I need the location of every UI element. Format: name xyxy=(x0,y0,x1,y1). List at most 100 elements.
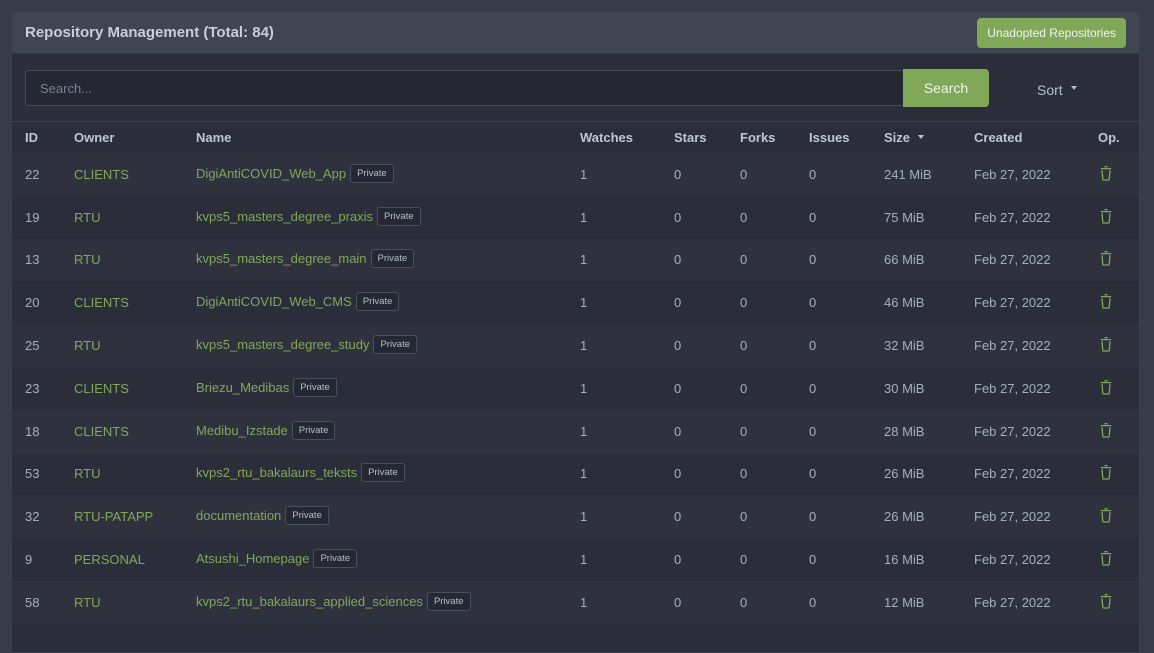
forks-count: 0 xyxy=(740,552,748,568)
trash-icon[interactable] xyxy=(1100,593,1112,612)
issues-count: 0 xyxy=(809,594,817,610)
repo-name-link[interactable]: Medibu_Izstade xyxy=(196,423,288,438)
repo-name-link[interactable]: kvps5_masters_degree_study xyxy=(196,337,369,352)
owner-link[interactable]: RTU xyxy=(74,466,100,481)
search-bar: Search Sort xyxy=(12,54,1139,122)
forks-count: 0 xyxy=(740,594,748,610)
owner-link[interactable]: CLIENTS xyxy=(74,424,129,439)
private-badge: Private xyxy=(370,249,415,269)
owner-link[interactable]: RTU xyxy=(74,252,100,267)
watches-count: 1 xyxy=(580,166,588,182)
repo-name-link[interactable]: kvps5_masters_degree_praxis xyxy=(196,209,373,224)
table-row: 9 PERSONAL Atsushi_Homepage Private 1 0 0… xyxy=(12,538,1139,581)
owner-link[interactable]: RTU xyxy=(74,338,100,353)
owner-link[interactable]: PERSONAL xyxy=(74,552,145,567)
repo-id: 9 xyxy=(25,552,33,568)
watches-count: 1 xyxy=(580,423,588,439)
table-header-row: ID Owner Name Watches Stars Forks Issues… xyxy=(12,122,1139,153)
forks-count: 0 xyxy=(740,466,748,482)
issues-count: 0 xyxy=(809,252,817,268)
column-header-owner[interactable]: Owner xyxy=(74,122,196,153)
repo-size: 32 MiB xyxy=(884,338,925,354)
column-header-stars[interactable]: Stars xyxy=(674,122,740,153)
trash-icon[interactable] xyxy=(1100,507,1112,526)
sort-dropdown[interactable]: Sort xyxy=(1037,82,1077,98)
owner-link[interactable]: RTU xyxy=(74,595,100,610)
repo-name-link[interactable]: Atsushi_Homepage xyxy=(196,551,309,566)
issues-count: 0 xyxy=(809,209,817,225)
table-row: 32 RTU-PATAPP documentation Private 1 0 0… xyxy=(12,495,1139,539)
forks-count: 0 xyxy=(740,338,748,354)
repo-name-link[interactable]: DigiAntiCOVID_Web_App xyxy=(196,166,346,181)
owner-link[interactable]: RTU-PATAPP xyxy=(74,509,153,524)
repo-id: 58 xyxy=(25,594,40,610)
repo-name-link[interactable]: kvps5_masters_degree_main xyxy=(196,251,367,266)
table-row: 18 CLIENTS Medibu_Izstade Private 1 0 0 0… xyxy=(12,409,1139,453)
created-date: Feb 27, 2022 xyxy=(974,466,1051,482)
owner-link[interactable]: CLIENTS xyxy=(74,167,129,182)
repo-id: 53 xyxy=(25,466,40,482)
column-header-forks[interactable]: Forks xyxy=(740,122,809,153)
private-badge: Private xyxy=(291,420,336,440)
trash-icon[interactable] xyxy=(1100,293,1112,312)
watches-count: 1 xyxy=(580,295,588,311)
created-date: Feb 27, 2022 xyxy=(974,295,1051,311)
repo-name-link[interactable]: kvps2_rtu_bakalaurs_applied_sciences xyxy=(196,594,423,609)
repo-name-link[interactable]: documentation xyxy=(196,508,281,523)
table-row: 53 RTU kvps2_rtu_bakalaurs_teksts Private… xyxy=(12,452,1139,496)
table-row: 13 RTU kvps5_masters_degree_main Private … xyxy=(12,238,1139,282)
trash-icon[interactable] xyxy=(1100,165,1112,184)
column-header-size[interactable]: Size xyxy=(884,122,974,153)
repo-id: 25 xyxy=(25,338,40,354)
trash-icon[interactable] xyxy=(1100,550,1112,569)
private-badge: Private xyxy=(350,163,394,183)
created-date: Feb 27, 2022 xyxy=(974,509,1051,525)
owner-link[interactable]: CLIENTS xyxy=(74,381,129,396)
column-header-watches[interactable]: Watches xyxy=(580,122,674,153)
watches-count: 1 xyxy=(580,338,588,354)
watches-count: 1 xyxy=(580,252,588,268)
repo-name-link[interactable]: Briezu_Medibas xyxy=(196,380,289,395)
column-header-created[interactable]: Created xyxy=(974,122,1098,153)
private-badge: Private xyxy=(426,591,471,611)
trash-icon[interactable] xyxy=(1100,379,1112,398)
watches-count: 1 xyxy=(580,594,588,610)
owner-link[interactable]: RTU xyxy=(74,210,100,225)
trash-icon[interactable] xyxy=(1100,464,1112,483)
repo-name-link[interactable]: kvps2_rtu_bakalaurs_teksts xyxy=(196,465,357,480)
private-badge: Private xyxy=(285,506,329,526)
repo-id: 18 xyxy=(25,423,40,439)
search-input[interactable] xyxy=(25,70,903,106)
private-badge: Private xyxy=(373,335,418,355)
trash-icon[interactable] xyxy=(1100,336,1112,355)
issues-count: 0 xyxy=(809,423,817,439)
owner-link[interactable]: CLIENTS xyxy=(74,295,129,310)
unadopted-repositories-button[interactable]: Unadopted Repositories xyxy=(977,17,1126,48)
private-badge: Private xyxy=(355,292,400,312)
private-badge: Private xyxy=(313,549,358,569)
created-date: Feb 27, 2022 xyxy=(974,209,1051,225)
column-header-name[interactable]: Name xyxy=(196,122,580,153)
table-row: 19 RTU kvps5_masters_degree_praxis Privat… xyxy=(12,195,1139,239)
search-button[interactable]: Search xyxy=(903,69,989,107)
created-date: Feb 27, 2022 xyxy=(974,252,1051,268)
repo-size: 241 MiB xyxy=(884,166,932,182)
repo-id: 19 xyxy=(25,209,40,225)
column-header-id[interactable]: ID xyxy=(12,122,74,153)
trash-icon[interactable] xyxy=(1100,250,1112,269)
repo-name-link[interactable]: DigiAntiCOVID_Web_CMS xyxy=(196,294,352,309)
forks-count: 0 xyxy=(740,166,748,182)
forks-count: 0 xyxy=(740,209,748,225)
forks-count: 0 xyxy=(740,252,748,268)
column-header-issues[interactable]: Issues xyxy=(809,122,884,153)
stars-count: 0 xyxy=(674,509,682,525)
created-date: Feb 27, 2022 xyxy=(974,552,1051,568)
private-badge: Private xyxy=(377,206,421,226)
trash-icon[interactable] xyxy=(1100,208,1112,227)
table-row: 22 CLIENTS DigiAntiCOVID_Web_App Private … xyxy=(12,153,1139,196)
watches-count: 1 xyxy=(580,509,588,525)
trash-icon[interactable] xyxy=(1100,422,1112,441)
repo-id: 22 xyxy=(25,166,40,182)
repo-size: 26 MiB xyxy=(884,509,925,525)
repo-id: 23 xyxy=(25,380,40,396)
